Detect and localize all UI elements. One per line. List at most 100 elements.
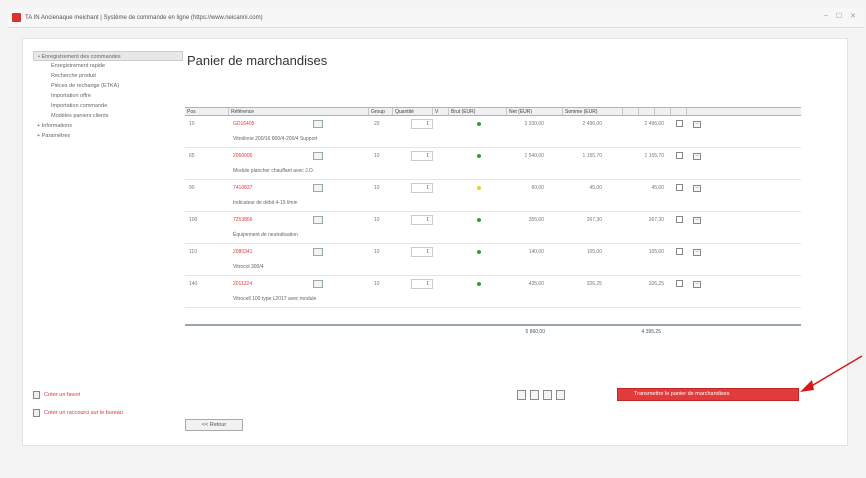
create-shortcut-link[interactable]: Créer un raccourci sur le bureau: [33, 407, 193, 419]
row-checkbox[interactable]: [676, 120, 683, 127]
sidebar-footer: Créer un favori Créer un raccourci sur l…: [33, 389, 193, 425]
col-reference[interactable]: Référence: [229, 108, 369, 115]
row-reference-link[interactable]: 2060000: [233, 153, 252, 159]
row-quantity-input[interactable]: 1: [411, 215, 433, 225]
sidebar-nav: • Enregistrement des commandes Enregistr…: [33, 51, 183, 141]
row-position: 90: [189, 185, 195, 191]
row-sum: 1 155,70: [644, 153, 664, 159]
row-checkbox[interactable]: [676, 248, 683, 255]
app-icon: [12, 13, 21, 22]
row-sum: 326,25: [648, 281, 664, 287]
row-gross: 3 330,00: [524, 121, 544, 127]
availability-dot: [477, 186, 481, 190]
favorite-icon: [33, 391, 40, 399]
calculator-icon[interactable]: [313, 184, 323, 192]
col-group[interactable]: Group: [369, 108, 393, 115]
row-group: 10: [374, 185, 380, 191]
availability-dot: [477, 250, 481, 254]
row-checkbox[interactable]: [676, 152, 683, 159]
calculator-icon[interactable]: [313, 216, 323, 224]
table-header: Pos Référence Group Quantité V Brut (EUR…: [185, 107, 801, 116]
col-availability[interactable]: V: [433, 108, 449, 115]
row-reference-link[interactable]: GD16405: [233, 121, 254, 127]
calculator-icon[interactable]: [313, 120, 323, 128]
table-row: 140 2011224 Vitrocell 100 type L2017 ave…: [185, 276, 801, 308]
sidebar-item-spare-parts[interactable]: Pièces de rechange (ETKA): [33, 81, 183, 91]
sidebar-item-import-offer[interactable]: Importation offre: [33, 91, 183, 101]
row-description: Vitrocol 300/4: [233, 264, 264, 270]
row-group: 10: [374, 249, 380, 255]
save-icon[interactable]: [556, 390, 565, 400]
table-row: 100 7253866 Équipement de neutralisation…: [185, 212, 801, 244]
col-extra-2: [639, 108, 655, 115]
sidebar-item-import-order[interactable]: Importation commande: [33, 101, 183, 111]
row-remove-icon[interactable]: –: [693, 217, 701, 224]
row-checkbox[interactable]: [676, 216, 683, 223]
row-description: Équipement de neutralisation: [233, 232, 298, 238]
calculator-icon[interactable]: [313, 280, 323, 288]
row-remove-icon[interactable]: –: [693, 185, 701, 192]
row-checkbox[interactable]: [676, 280, 683, 287]
row-position: 110: [189, 249, 197, 255]
col-sum[interactable]: Somme (EUR): [563, 108, 623, 115]
calculator-icon[interactable]: [313, 152, 323, 160]
page-title: Panier de marchandises: [187, 53, 328, 68]
row-reference-link[interactable]: 7253866: [233, 217, 252, 223]
row-reference-link[interactable]: 2011224: [233, 281, 252, 287]
row-description: Module plancher chauffant avec J.D.: [233, 168, 315, 174]
row-net: 326,25: [586, 281, 602, 287]
maximize-icon[interactable]: ☐: [836, 12, 842, 20]
row-net: 267,30: [586, 217, 602, 223]
row-quantity-input[interactable]: 1: [411, 279, 433, 289]
col-pos[interactable]: Pos: [185, 108, 229, 115]
row-remove-icon[interactable]: –: [693, 121, 701, 128]
shortcut-icon: [33, 409, 40, 417]
row-quantity-input[interactable]: 1: [411, 119, 433, 129]
row-reference-link[interactable]: 7410837: [233, 185, 252, 191]
row-description: Vitrolinne 200/16 800/4-200/4 Support: [233, 136, 318, 142]
window-controls: – ☐ ✕: [824, 12, 856, 20]
close-icon[interactable]: ✕: [850, 12, 856, 20]
delete-icon[interactable]: [543, 390, 552, 400]
total-sum: 4 395,25: [641, 329, 661, 335]
export-icon[interactable]: [530, 390, 539, 400]
row-quantity-input[interactable]: 1: [411, 247, 433, 257]
row-quantity-input[interactable]: 1: [411, 151, 433, 161]
basket-toolbar: [517, 390, 565, 400]
back-button[interactable]: << Retour: [185, 419, 243, 431]
transfer-basket-button[interactable]: Transmettre le panier de marchandises: [617, 388, 799, 401]
row-position: 140: [189, 281, 198, 287]
availability-dot: [477, 154, 481, 158]
row-remove-icon[interactable]: –: [693, 281, 701, 288]
row-reference-link[interactable]: 2080341: [233, 249, 252, 255]
row-remove-icon[interactable]: –: [693, 249, 701, 256]
calculator-icon[interactable]: [313, 248, 323, 256]
row-remove-icon[interactable]: –: [693, 153, 701, 160]
sidebar-item-quick-entry[interactable]: Enregistrement rapide: [33, 61, 183, 71]
minimize-icon[interactable]: –: [824, 12, 828, 20]
sidebar-item-basket-templates[interactable]: Modèles paniers clients: [33, 111, 183, 121]
row-sum: 267,30: [648, 217, 664, 223]
print-icon[interactable]: [517, 390, 526, 400]
row-net: 105,00: [586, 249, 602, 255]
table-row: 65 2060000 Module plancher chauffant ave…: [185, 148, 801, 180]
create-shortcut-label: Créer un raccourci sur le bureau: [44, 410, 123, 416]
create-favorite-link[interactable]: Créer un favori: [33, 389, 193, 401]
sidebar-item-settings[interactable]: + Paramètres: [33, 131, 183, 141]
row-quantity-input[interactable]: 1: [411, 183, 433, 193]
total-gross: 5 860,00: [525, 329, 545, 335]
sidebar-item-order-entry[interactable]: • Enregistrement des commandes: [33, 51, 183, 61]
row-position: 10: [189, 121, 195, 127]
window-title: TA IN Ancienaque meichant | Système de c…: [25, 14, 263, 21]
col-gross[interactable]: Brut (EUR): [449, 108, 507, 115]
row-description: Indicateur de débit 4-15 l/min: [233, 200, 298, 206]
sidebar-item-informations[interactable]: + Informations: [33, 121, 183, 131]
col-quantity[interactable]: Quantité: [393, 108, 433, 115]
availability-dot: [477, 218, 481, 222]
row-net: 1 155,70: [582, 153, 602, 159]
col-net[interactable]: Net (EUR): [507, 108, 563, 115]
availability-dot: [477, 282, 481, 286]
row-checkbox[interactable]: [676, 184, 683, 191]
table-row: 110 2080341 Vitrocol 300/4 10 1 140,00 1…: [185, 244, 801, 276]
sidebar-item-product-search[interactable]: Recherche produit: [33, 71, 183, 81]
